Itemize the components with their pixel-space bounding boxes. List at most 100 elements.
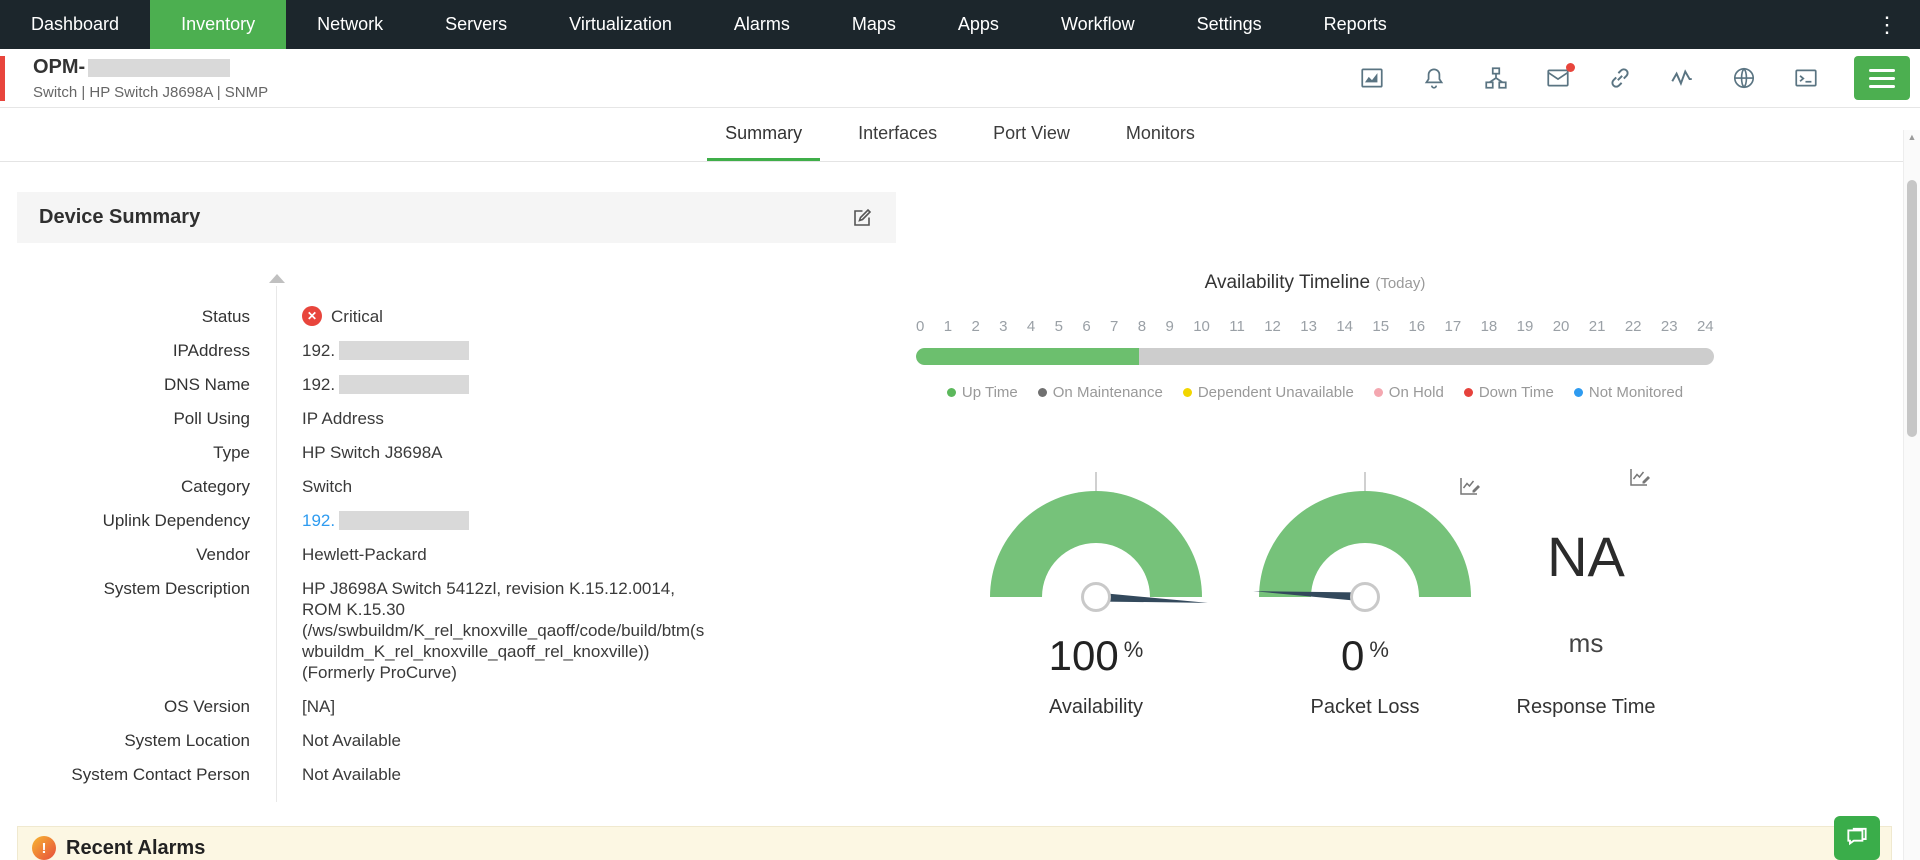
nav-item[interactable]: Servers: [414, 0, 538, 49]
device-name: OPM-: [33, 56, 85, 79]
tab-label: Summary: [725, 123, 802, 144]
field-value: HP Switch J8698A: [302, 442, 442, 463]
device-header: OPM- Switch | HP Switch J8698A | SNMP: [0, 49, 1920, 108]
summary-field-row: System Description HP J8698A Switch 5412…: [17, 578, 896, 683]
field-value-wrap: Not Available: [302, 764, 401, 785]
gauge-hub: [1081, 582, 1111, 612]
field-value[interactable]: 192.: [302, 510, 335, 531]
performance-chart-icon[interactable]: [1358, 64, 1386, 92]
nav-item[interactable]: Network: [286, 0, 414, 49]
sparkline-icon[interactable]: [1668, 64, 1696, 92]
device-summary-panel: Device Summary: [17, 192, 896, 243]
legend-item: Dependent Unavailable: [1183, 384, 1354, 401]
field-value: 192.: [302, 374, 335, 395]
response-time-threshold-settings-icon[interactable]: [1628, 465, 1652, 489]
nav-item[interactable]: Alarms: [703, 0, 821, 49]
timeline-tick-label: 10: [1193, 318, 1210, 335]
device-title-row: OPM-: [33, 56, 268, 80]
hamburger-menu-button[interactable]: [1854, 56, 1910, 100]
field-value-wrap: 192.: [302, 510, 469, 531]
legend-label: Not Monitored: [1589, 384, 1683, 401]
summary-field-row: Uplink Dependency 192.: [17, 510, 896, 531]
summary-field-row: Category Switch: [17, 476, 896, 497]
nav-overflow-menu-icon[interactable]: ⋮: [1854, 0, 1920, 49]
recent-alarms-section: ! Recent Alarms: [17, 826, 1892, 860]
field-label: Type: [17, 442, 250, 463]
nav-item-label: Maps: [852, 14, 896, 35]
nav-item[interactable]: Settings: [1166, 0, 1293, 49]
scrollbar-track[interactable]: ▲: [1903, 130, 1920, 860]
nav-item[interactable]: Dashboard: [0, 0, 150, 49]
nav-item-label: Apps: [958, 14, 999, 35]
field-label: DNS Name: [17, 374, 250, 395]
availability-value: 100: [1049, 632, 1119, 679]
tab-label: Port View: [993, 123, 1070, 144]
field-value: Hewlett-Packard: [302, 544, 427, 565]
timeline-legend: Up Time On Maintenance Dependent Unavail…: [916, 384, 1714, 401]
legend-label: Up Time: [962, 384, 1018, 401]
redacted-value: [339, 375, 469, 394]
nav-item[interactable]: Maps: [821, 0, 927, 49]
field-label: System Description: [17, 578, 250, 683]
nav-item[interactable]: Virtualization: [538, 0, 703, 49]
legend-item: Not Monitored: [1574, 384, 1683, 401]
availability-timeline-bar[interactable]: [916, 348, 1714, 365]
nav-item[interactable]: Workflow: [1030, 0, 1166, 49]
availability-title-subtitle: (Today): [1375, 275, 1425, 292]
packet-loss-threshold-settings-icon[interactable]: [1458, 474, 1482, 498]
packet-loss-value: 0: [1341, 632, 1364, 679]
field-label: Status: [17, 306, 250, 327]
nav-item[interactable]: Apps: [927, 0, 1030, 49]
field-value-wrap: ✕ Critical: [302, 306, 383, 327]
nav-item[interactable]: Inventory: [150, 0, 286, 49]
summary-field-row: Vendor Hewlett-Packard: [17, 544, 896, 565]
field-value: [NA]: [302, 696, 335, 717]
timeline-tick-label: 18: [1481, 318, 1498, 335]
gauge-hub: [1350, 582, 1380, 612]
alarm-bell-icon[interactable]: [1420, 64, 1448, 92]
timeline-uptime-segment: [916, 348, 1139, 365]
menu-bar: [1869, 77, 1895, 80]
nav-item-label: Inventory: [181, 14, 255, 35]
timeline-hour-ticks: 0123456789101112131415161718192021222324: [916, 318, 1714, 335]
legend-dot: [1374, 388, 1383, 397]
scrollbar-up-button[interactable]: ▲: [1904, 132, 1920, 142]
terminal-icon[interactable]: [1792, 64, 1820, 92]
scrollbar-thumb[interactable]: [1907, 180, 1917, 437]
summary-field-row: OS Version [NA]: [17, 696, 896, 717]
nav-item-label: Dashboard: [31, 14, 119, 35]
tab[interactable]: Port View: [975, 108, 1088, 161]
tab[interactable]: Interfaces: [840, 108, 955, 161]
main-content: Device Summary Status ✕ Critical: [0, 162, 1920, 860]
edit-icon[interactable]: [850, 206, 874, 230]
nav-item-label: Reports: [1324, 14, 1387, 35]
link-icon[interactable]: [1606, 64, 1634, 92]
device-summary-fields: Status ✕ Critical IPAddress 192.: [17, 306, 896, 798]
tab[interactable]: Monitors: [1108, 108, 1213, 161]
globe-icon[interactable]: [1730, 64, 1758, 92]
nav-item-label: Alarms: [734, 14, 790, 35]
field-value-wrap: Switch: [302, 476, 352, 497]
critical-status-accent-bar: [0, 56, 5, 101]
tab[interactable]: Summary: [707, 108, 820, 161]
response-time-gauge-label: Response Time: [1480, 696, 1692, 719]
chat-feedback-button[interactable]: [1834, 816, 1880, 860]
device-subtitle: Switch | HP Switch J8698A | SNMP: [33, 84, 268, 101]
mail-icon[interactable]: [1544, 64, 1572, 92]
nav-item-label: Workflow: [1061, 14, 1135, 35]
summary-field-row: Status ✕ Critical: [17, 306, 896, 327]
redacted-device-name: [88, 59, 230, 77]
topology-icon[interactable]: [1482, 64, 1510, 92]
summary-field-row: IPAddress 192.: [17, 340, 896, 361]
column-caret: [269, 274, 285, 283]
critical-status-icon: ✕: [302, 306, 322, 326]
timeline-tick-label: 2: [971, 318, 979, 335]
legend-item: Down Time: [1464, 384, 1554, 401]
timeline-tick-label: 17: [1445, 318, 1462, 335]
legend-label: On Hold: [1389, 384, 1444, 401]
legend-item: On Hold: [1374, 384, 1444, 401]
field-value-wrap: Not Available: [302, 730, 401, 751]
nav-item[interactable]: Reports: [1293, 0, 1418, 49]
field-label: Category: [17, 476, 250, 497]
device-summary-header: Device Summary: [17, 192, 896, 243]
